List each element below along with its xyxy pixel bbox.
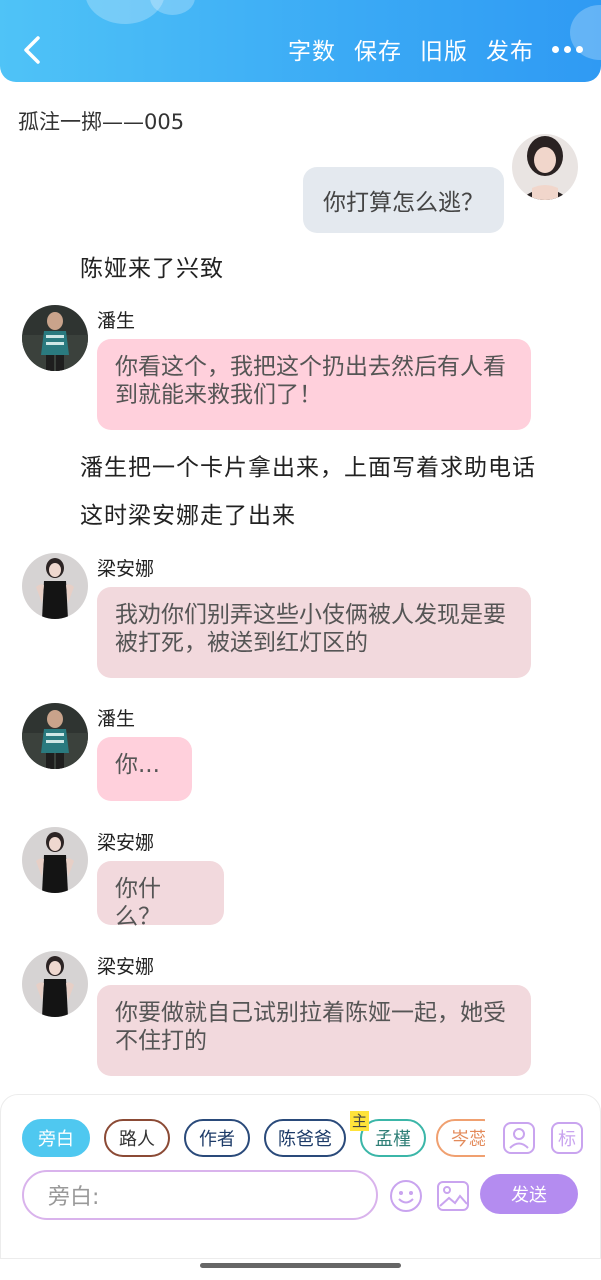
my-message-bubble[interactable]: 你打算怎么逃？ (303, 167, 504, 233)
emoji-icon (390, 1180, 422, 1212)
chat-bubble[interactable]: 你... (97, 737, 192, 801)
character-avatar-pan-sheng[interactable] (22, 703, 88, 769)
old-version-button[interactable]: 旧版 (420, 32, 468, 66)
mark-label: 标 (558, 1129, 576, 1150)
more-options-button[interactable] (552, 34, 583, 64)
narration-text[interactable]: 这时梁安娜走了出来 (80, 496, 296, 530)
mark-button[interactable]: 标 (550, 1121, 584, 1155)
story-title[interactable]: 孤注一掷——005 (18, 106, 184, 136)
speaker-name: 潘生 (97, 310, 136, 332)
save-button[interactable]: 保存 (354, 32, 402, 66)
woman-portrait-icon (22, 951, 88, 1017)
chevron-left-icon (24, 36, 40, 64)
top-bar: 字数 保存 旧版 发布 (0, 0, 601, 82)
header-decoration (150, 0, 195, 15)
chat-bubble[interactable]: 你看这个，我把这个扔出去然后有人看到就能来救我们了！ (97, 339, 531, 430)
woman-portrait-icon (22, 553, 88, 619)
speaker-name: 梁安娜 (97, 832, 155, 854)
main-character-badge: 主 (350, 1111, 370, 1131)
header-actions: 字数 保存 旧版 发布 (288, 32, 583, 66)
character-avatar-liang-anna[interactable] (22, 827, 88, 893)
role-chip-overflow: 岑蕊 (436, 1119, 485, 1157)
my-avatar[interactable] (512, 134, 578, 200)
role-chip-narration[interactable]: 旁白 (22, 1119, 90, 1157)
composer-panel: 旁白 路人 作者 陈爸爸 主 孟槿 岑蕊 标 旁白: 发送 (0, 1094, 601, 1259)
emoji-button[interactable] (389, 1179, 423, 1213)
back-button[interactable] (18, 30, 48, 70)
chat-bubble[interactable]: 你什么？ (97, 861, 224, 930)
more-dot-icon (576, 45, 583, 53)
word-count-button[interactable]: 字数 (288, 32, 336, 66)
role-chip-chen-baba[interactable]: 陈爸爸 (264, 1119, 346, 1157)
chat-bubble[interactable]: 你要做就自己试别拉着陈娅一起，她受不住打的 (97, 985, 531, 1076)
speaker-name: 梁安娜 (97, 558, 155, 580)
speaker-name: 梁安娜 (97, 956, 155, 978)
role-chip-label: 孟槿 (375, 1129, 411, 1150)
speaker-name: 潘生 (97, 708, 136, 730)
character-avatar-liang-anna[interactable] (22, 553, 88, 619)
chat-bubble[interactable]: 我劝你们别弄这些小伎俩被人发现是要被打死，被送到红灯区的 (97, 587, 531, 678)
message-input[interactable]: 旁白: (22, 1170, 378, 1220)
character-avatar-liang-anna[interactable] (22, 951, 88, 1017)
man-portrait-icon (22, 703, 88, 769)
role-chip-meng-jin[interactable]: 主 孟槿 (350, 1111, 426, 1157)
more-dot-icon (564, 45, 571, 53)
role-chip-passerby[interactable]: 路人 (104, 1119, 170, 1157)
character-avatar-pan-sheng[interactable] (22, 305, 88, 371)
woman-portrait-icon (22, 827, 88, 893)
person-card-icon (503, 1122, 535, 1154)
man-portrait-icon (22, 305, 88, 371)
send-button[interactable]: 发送 (480, 1174, 578, 1214)
role-chip-list: 旁白 路人 作者 陈爸爸 主 孟槿 (22, 1111, 426, 1157)
image-button[interactable] (436, 1179, 470, 1213)
narration-text[interactable]: 潘生把一个卡片拿出来，上面写着求助电话 (80, 448, 536, 482)
home-indicator (200, 1263, 401, 1268)
publish-button[interactable]: 发布 (486, 32, 534, 66)
more-dot-icon (552, 45, 559, 53)
person-card-button[interactable] (502, 1121, 536, 1155)
image-icon (437, 1181, 469, 1211)
mark-icon: 标 (551, 1122, 583, 1154)
role-chip-cen-rui[interactable]: 岑蕊 (436, 1119, 485, 1157)
role-chip-author[interactable]: 作者 (184, 1119, 250, 1157)
narration-text[interactable]: 陈娅来了兴致 (80, 249, 224, 283)
woman-portrait-icon (512, 134, 578, 200)
